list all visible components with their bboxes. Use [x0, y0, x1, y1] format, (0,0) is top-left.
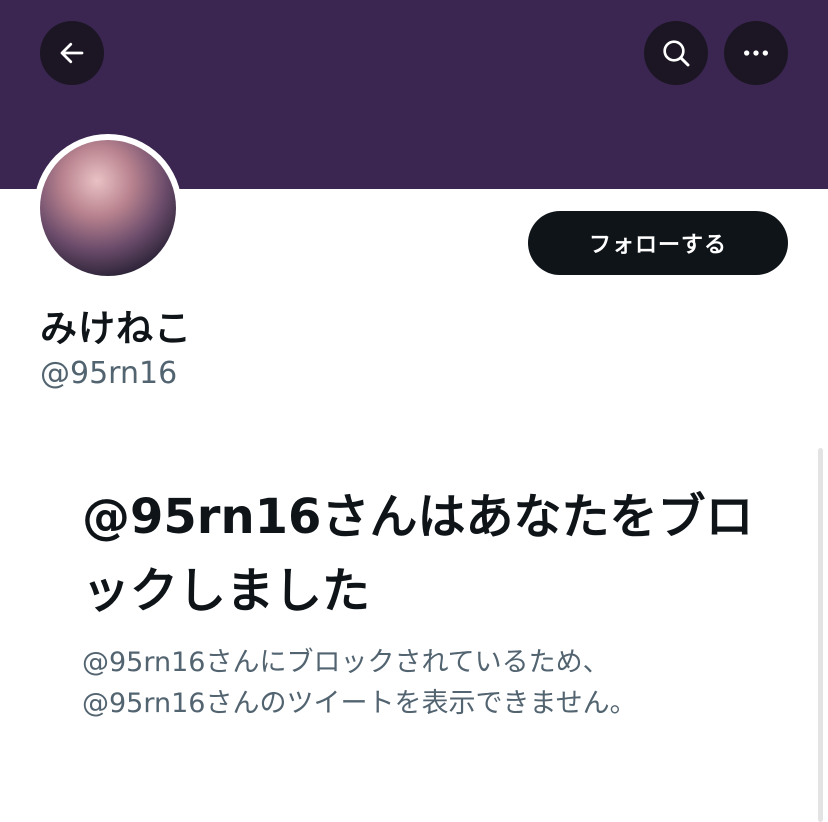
more-horizontal-icon	[744, 50, 768, 56]
profile-page: フォローする みけねこ @95rn16 @95rn16さんはあなたをブロックしま…	[0, 0, 828, 822]
avatar-image	[40, 140, 176, 276]
display-name: みけねこ	[40, 307, 192, 350]
follow-button[interactable]: フォローする	[528, 211, 788, 275]
blocked-description-line2: @95rn16さんのツイートを表示できません。	[82, 688, 637, 719]
blocked-description-line1: @95rn16さんにブロックされているため、	[82, 647, 610, 678]
user-handle: @95rn16	[40, 356, 178, 391]
scrollbar[interactable]	[818, 448, 823, 822]
blocked-title: @95rn16さんはあなたをブロックしました	[82, 489, 754, 619]
arrow-left-icon	[60, 42, 84, 64]
blocked-description: @95rn16さんにブロックされているため、 @95rn16さんのツイートを表示…	[82, 642, 782, 724]
more-button[interactable]	[724, 21, 788, 85]
avatar[interactable]	[34, 134, 182, 282]
search-icon	[663, 40, 690, 67]
search-button[interactable]	[644, 21, 708, 85]
back-button[interactable]	[40, 21, 104, 85]
